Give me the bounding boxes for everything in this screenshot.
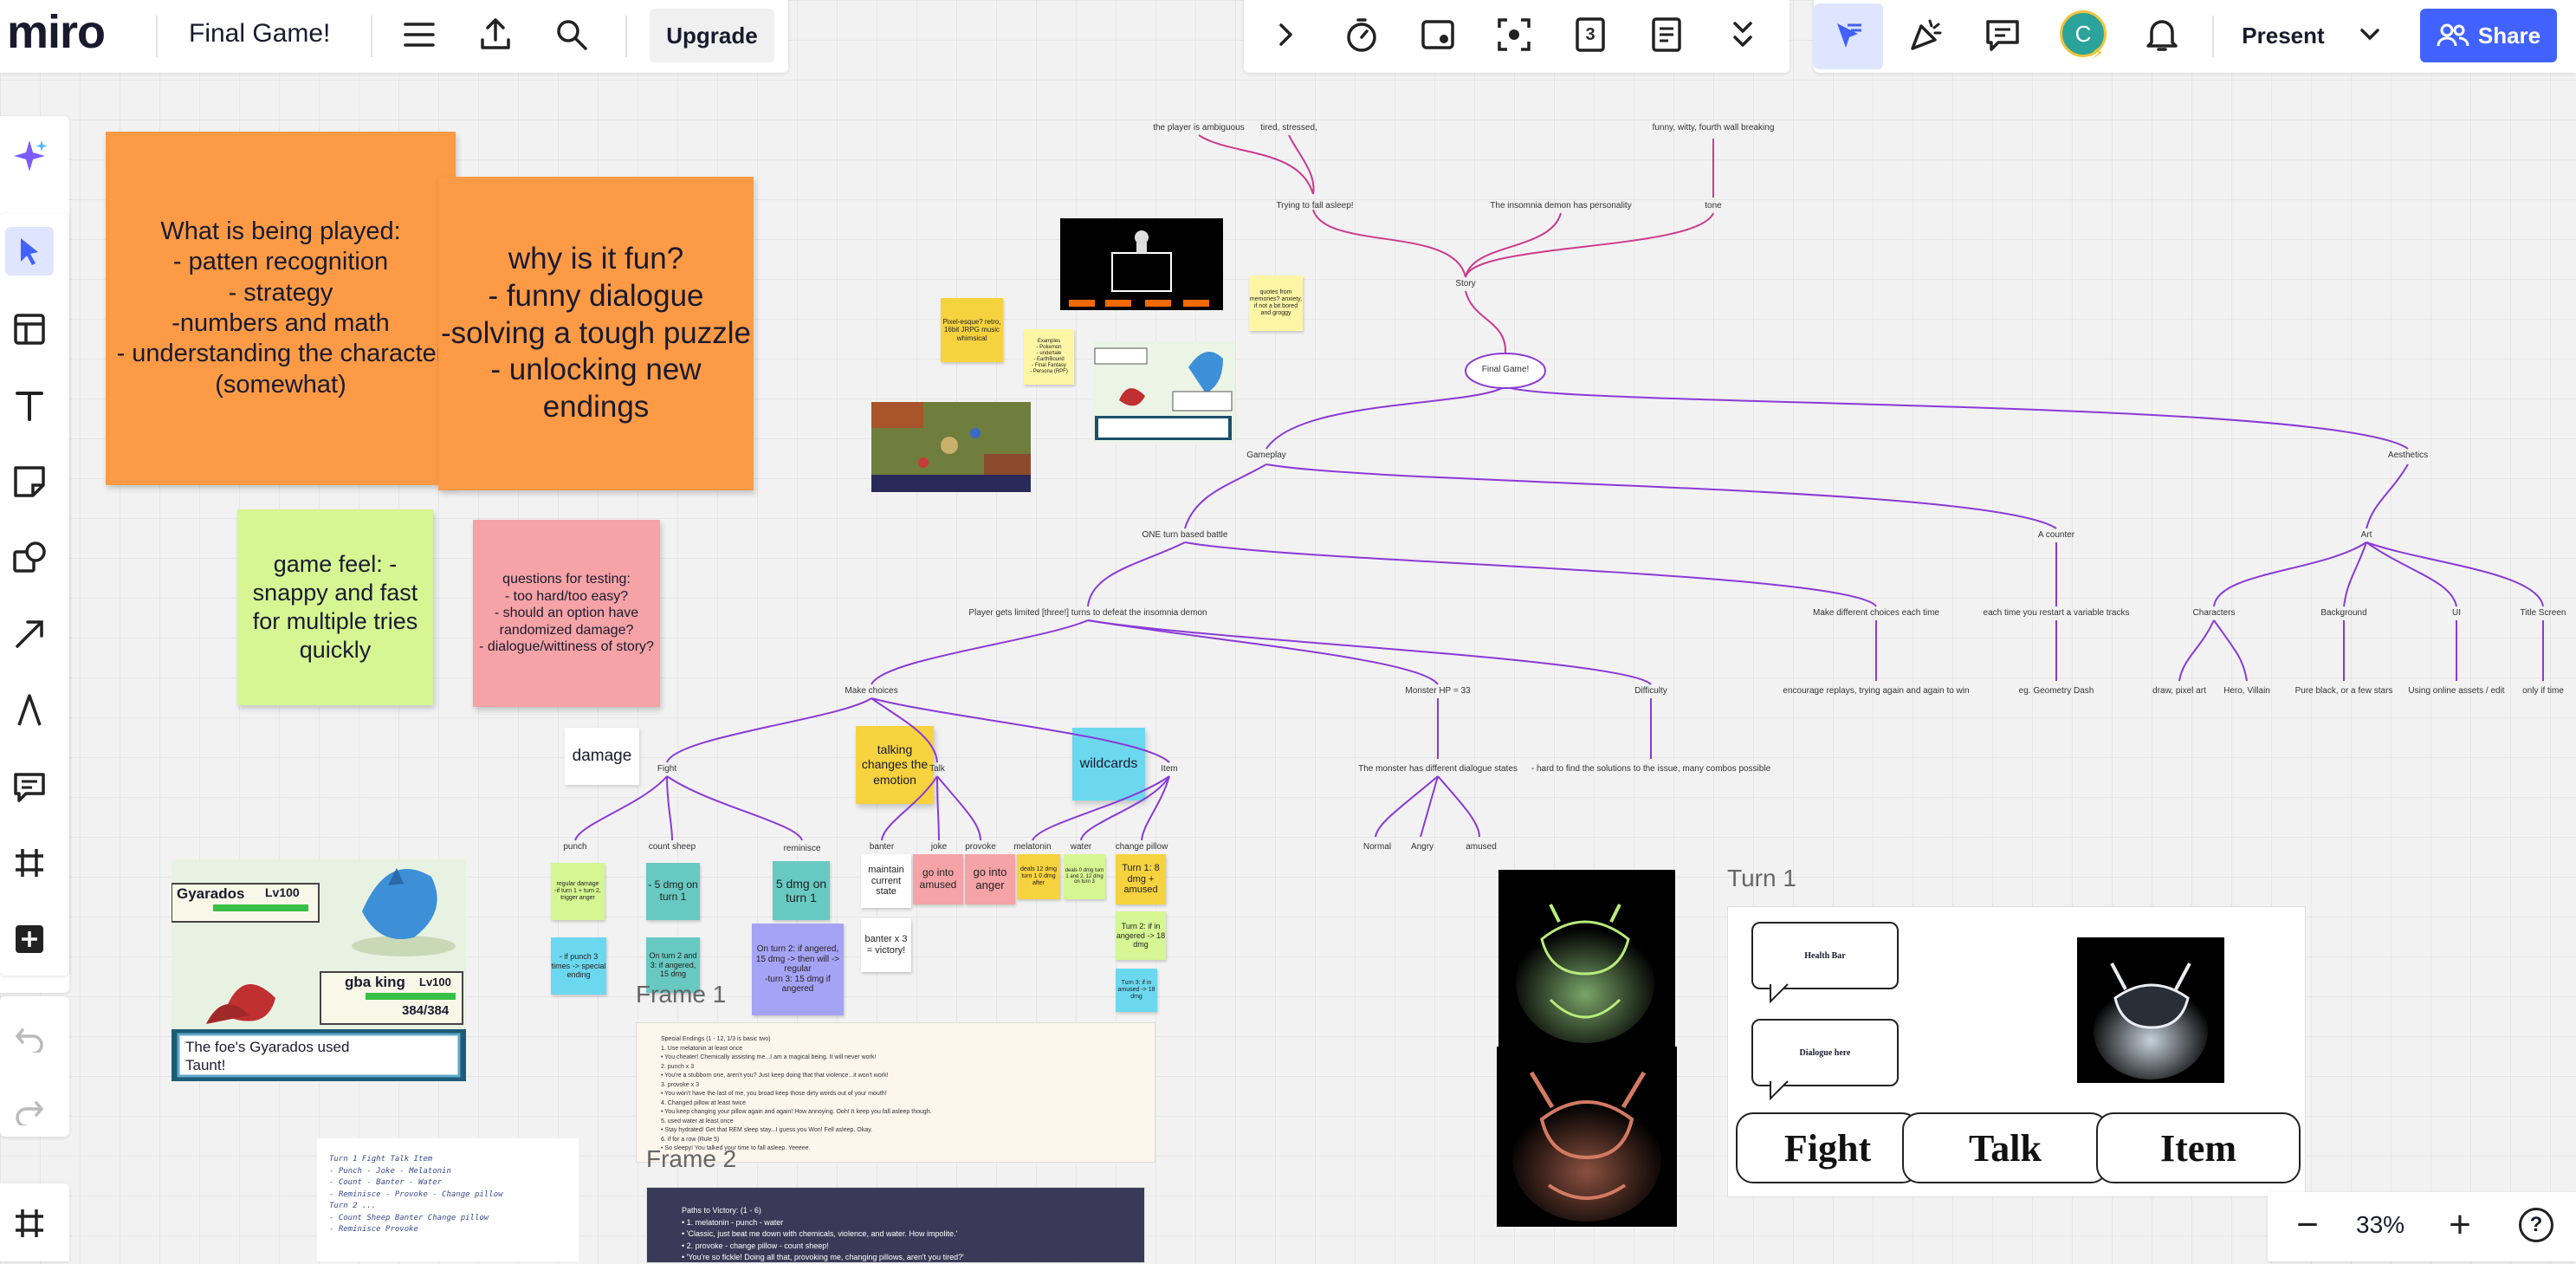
mm-limited[interactable]: Player gets limited [three!] turns to de… (968, 608, 1207, 618)
move-punch-a[interactable]: regular damage -if turn 1 + turn 2, trig… (551, 863, 605, 920)
talk-button[interactable]: Talk (1902, 1112, 2108, 1183)
player-hp: 384/384 (402, 1003, 450, 1018)
mm-ambiguous[interactable]: the player is ambiguous (1153, 123, 1245, 133)
mm-reminisce[interactable]: reminisce (784, 844, 821, 853)
bubble-tail (1770, 1080, 1789, 1101)
frame1-text: Special Endings (1 - 12, 1/3 is basic tw… (661, 1036, 932, 1151)
mm-hard[interactable]: - hard to find the solutions to the issu… (1531, 764, 1770, 774)
mm-asleep[interactable]: Trying to fall asleep! (1276, 201, 1353, 211)
mm-online-assets[interactable]: Using online assets / edit (2408, 686, 2504, 696)
mm-change-pillow[interactable]: change pillow (1116, 842, 1168, 852)
mm-dialogue-states[interactable]: The monster has different dialogue state… (1358, 764, 1518, 774)
pokemon-battle-screenshot[interactable]: Gyarados Lv100 gba king Lv100 384/384 Th… (172, 859, 466, 1081)
move-punch-b[interactable]: - if punch 3 times -> special ending (551, 937, 606, 995)
mm-joke[interactable]: joke (931, 842, 947, 852)
mm-background[interactable]: Background (2320, 608, 2366, 618)
mm-make-choices[interactable]: Make choices (845, 686, 897, 696)
mm-amused[interactable]: amused (1466, 842, 1497, 852)
mm-counter[interactable]: A counter (2038, 530, 2074, 540)
monster-sprite-green[interactable] (1498, 870, 1675, 1047)
move-sheep-a[interactable]: - 5 dmg on turn 1 (646, 863, 700, 920)
mm-water[interactable]: water (1071, 842, 1091, 852)
frame2-label[interactable]: Frame 2 (646, 1145, 736, 1173)
player-name: gba king (345, 974, 405, 990)
zoom-out-button[interactable]: − (2283, 1201, 2332, 1249)
move-water-a[interactable]: deals 0 dmg turn 1 and 2, 12 dmg on turn… (1064, 854, 1105, 899)
mm-demon-personality[interactable]: The insomnia demon has personality (1490, 201, 1631, 211)
mm-punch[interactable]: punch (563, 842, 586, 852)
mm-gameplay[interactable]: Gameplay (1246, 451, 1286, 460)
mm-monster-hp[interactable]: Monster HP = 33 (1405, 686, 1470, 696)
move-banter-b[interactable]: banter x 3 = victory! (861, 918, 911, 972)
enemy-level: Lv100 (265, 885, 300, 899)
move-pillow-c[interactable]: Turn 3: if in amused -> 18 dmg (1116, 969, 1157, 1012)
mm-tired[interactable]: tired, stressed, (1260, 123, 1317, 133)
mm-final[interactable]: Final Game! (1482, 365, 1529, 374)
move-mela-a[interactable]: deals 12 dmg turn 1 0 dmg after (1017, 854, 1060, 899)
frame1-label[interactable]: Frame 1 (636, 981, 726, 1008)
frame2[interactable]: Paths to Victory: (1 - 6) • 1. melatonin… (646, 1187, 1145, 1263)
mm-melatonin[interactable]: melatonin (1013, 842, 1051, 852)
fight-button[interactable]: Fight (1736, 1112, 1919, 1183)
mm-art[interactable]: Art (2361, 530, 2372, 540)
enemy-name: Gyarados (177, 885, 245, 902)
frame2-text: Paths to Victory: (1 - 6) • 1. melatonin… (682, 1206, 964, 1261)
frame1[interactable]: Special Endings (1 - 12, 1/3 is basic tw… (636, 1022, 1155, 1163)
monster-sprite-red[interactable] (1497, 1047, 1677, 1227)
mm-restart[interactable]: each time you restart a variable tracks (1984, 608, 2130, 618)
mm-angry[interactable]: Angry (1411, 842, 1434, 852)
move-provoke-a[interactable]: go into anger (965, 854, 1015, 904)
mm-banter[interactable]: banter (870, 842, 894, 852)
mm-fight[interactable]: Fight (657, 764, 676, 774)
help-icon[interactable]: ? (2519, 1208, 2553, 1242)
handwritten-sketch[interactable]: Turn 1 Fight Talk Item - Punch - Joke - … (317, 1138, 579, 1261)
mm-item[interactable]: Item (1161, 764, 1177, 774)
battle-message: The foe's Gyarados used Taunt! (185, 1039, 350, 1074)
mm-funny[interactable]: funny, witty, fourth wall breaking (1653, 123, 1775, 133)
mm-aesthetics[interactable]: Aesthetics (2388, 451, 2428, 460)
mm-only-time[interactable]: only if time (2522, 686, 2564, 696)
mm-normal[interactable]: Normal (1363, 842, 1391, 852)
zoom-level[interactable]: 33% (2356, 1211, 2404, 1239)
health-bar-label: Health Bar (1804, 950, 1846, 961)
health-bar-bubble[interactable]: Health Bar (1751, 922, 1899, 989)
dialogue-label: Dialogue here (1799, 1047, 1851, 1058)
mm-replays[interactable]: encourage replays, trying again and agai… (1783, 686, 1969, 696)
move-banter-a[interactable]: maintain current state (861, 854, 911, 908)
mm-geometry[interactable]: eg. Geometry Dash (2019, 686, 2094, 696)
mm-ui[interactable]: UI (2452, 608, 2461, 618)
move-remi-a[interactable]: 5 dmg on turn 1 (773, 861, 830, 920)
item-button[interactable]: Item (2096, 1112, 2301, 1183)
monster-sprite-grey[interactable] (2077, 937, 2224, 1083)
zoom-in-button[interactable]: + (2436, 1201, 2484, 1249)
mm-tone[interactable]: tone (1705, 201, 1721, 211)
mm-story[interactable]: Story (1455, 279, 1475, 288)
help-label: ? (2529, 1213, 2543, 1236)
move-joke-a[interactable]: go into amused (913, 854, 963, 904)
mm-talk[interactable]: Talk (929, 764, 945, 774)
player-level: Lv100 (419, 976, 451, 989)
move-pillow-b[interactable]: Turn 2: if in angered -> 18 dmg (1116, 911, 1166, 960)
move-remi-b[interactable]: On turn 2: if angered, 15 dmg -> then wi… (752, 924, 844, 1015)
mm-count-sheep[interactable]: count sheep (649, 842, 696, 852)
mm-hero[interactable]: Hero, Villain (2223, 686, 2270, 696)
mm-pixel-art[interactable]: draw, pixel art (2152, 686, 2206, 696)
mm-provoke[interactable]: provoke (965, 842, 996, 852)
turn1-label[interactable]: Turn 1 (1727, 865, 1796, 892)
mm-pure-black[interactable]: Pure black, or a few stars (2295, 686, 2393, 696)
mm-title-screen[interactable]: Title Screen (2521, 608, 2566, 618)
bubble-tail (1770, 983, 1789, 1004)
mm-diff-choices[interactable]: Make different choices each time (1813, 608, 1939, 618)
mm-characters[interactable]: Characters (2193, 608, 2236, 618)
dialogue-bubble[interactable]: Dialogue here (1751, 1019, 1899, 1086)
sketch-text: Turn 1 Fight Talk Item - Punch - Joke - … (329, 1155, 503, 1234)
mm-difficulty[interactable]: Difficulty (1634, 686, 1667, 696)
mm-one-turn[interactable]: ONE turn based battle (1142, 530, 1228, 540)
move-pillow-a[interactable]: Turn 1: 8 dmg + amused (1116, 854, 1166, 904)
